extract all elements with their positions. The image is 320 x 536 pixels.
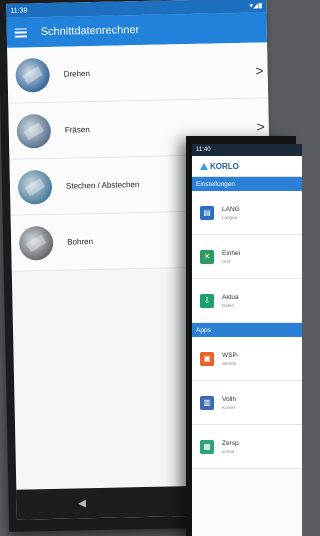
list-item[interactable]: ✕ Einhei Unit xyxy=(192,235,302,279)
back-nav-icon[interactable]: ◀ xyxy=(78,498,86,509)
section-header: Einstellungen xyxy=(192,177,302,191)
item-title: Zersp xyxy=(222,439,239,447)
tool-thumbnail-icon xyxy=(16,113,52,149)
app-icon: ▤ xyxy=(200,205,214,220)
hamburger-menu-icon[interactable] xyxy=(14,27,27,38)
brand-header: KORLO xyxy=(192,156,302,177)
item-subtitle: Wende xyxy=(222,360,237,366)
section-header: Apps xyxy=(192,323,302,337)
app-icon: ▦ xyxy=(200,439,214,454)
tool-thumbnail-icon xyxy=(15,57,51,93)
app-icon: ⇩ xyxy=(200,293,214,308)
chevron-right-icon: > xyxy=(256,117,265,135)
front-status-bar: 11:40 xyxy=(192,144,302,156)
chevron-right-icon: > xyxy=(255,61,264,79)
list-item-label: Stechen / Abstechen xyxy=(65,180,140,191)
item-title: LANG xyxy=(222,205,240,213)
app-icon: ✕ xyxy=(200,249,214,264)
app-icon: ▥ xyxy=(200,395,214,410)
list-item[interactable]: ▤ LANG Langua xyxy=(192,191,302,235)
status-time: 11:39 xyxy=(10,6,28,15)
item-text: Zersp echna xyxy=(222,440,239,454)
foreground-phone: 11:40 KORLO Einstellungen ▤ LANG Langua ✕… xyxy=(186,136,302,536)
item-subtitle: Konve xyxy=(222,404,235,410)
tool-thumbnail-icon xyxy=(17,169,53,205)
list-item[interactable]: ▦ Zersp echna xyxy=(192,425,302,469)
list-item-label: Bohren xyxy=(67,237,94,247)
item-text: Aktua Daten xyxy=(222,294,239,308)
item-subtitle: Langua xyxy=(222,214,238,220)
tool-thumbnail-icon xyxy=(18,225,54,261)
item-text: Einhei Unit xyxy=(222,250,240,264)
item-subtitle: Unit xyxy=(222,258,231,264)
item-text: LANG Langua xyxy=(222,206,240,220)
list-item[interactable]: ⇩ Aktua Daten xyxy=(192,279,302,323)
list-item[interactable]: Drehen > xyxy=(7,42,269,104)
list-item[interactable]: ▥ Vollh Konve xyxy=(192,381,302,425)
item-subtitle: Daten xyxy=(222,302,235,308)
item-title: WSP- xyxy=(222,351,239,359)
list-item-label: Drehen xyxy=(63,69,90,79)
brand-logo-icon xyxy=(200,162,208,170)
item-subtitle: echna xyxy=(222,448,235,454)
item-text: WSP- Wende xyxy=(222,352,239,366)
item-title: Aktua xyxy=(222,293,239,301)
front-status-time: 11:40 xyxy=(196,147,211,153)
list-item-label: Fräsen xyxy=(64,125,90,135)
app-title: Schnittdatenrechner xyxy=(40,24,140,39)
item-text: Vollh Konve xyxy=(222,396,236,410)
status-icons: ▾◢▮ xyxy=(249,2,263,10)
brand-name: KORLO xyxy=(210,161,239,171)
list-item[interactable]: ▣ WSP- Wende xyxy=(192,337,302,381)
item-title: Vollh xyxy=(222,395,237,403)
settings-apps-list: Einstellungen ▤ LANG Langua ✕ Einhei Unit… xyxy=(192,177,302,469)
item-title: Einhei xyxy=(222,249,241,257)
app-icon: ▣ xyxy=(200,351,214,366)
front-phone-screen: 11:40 KORLO Einstellungen ▤ LANG Langua ✕… xyxy=(192,144,302,536)
